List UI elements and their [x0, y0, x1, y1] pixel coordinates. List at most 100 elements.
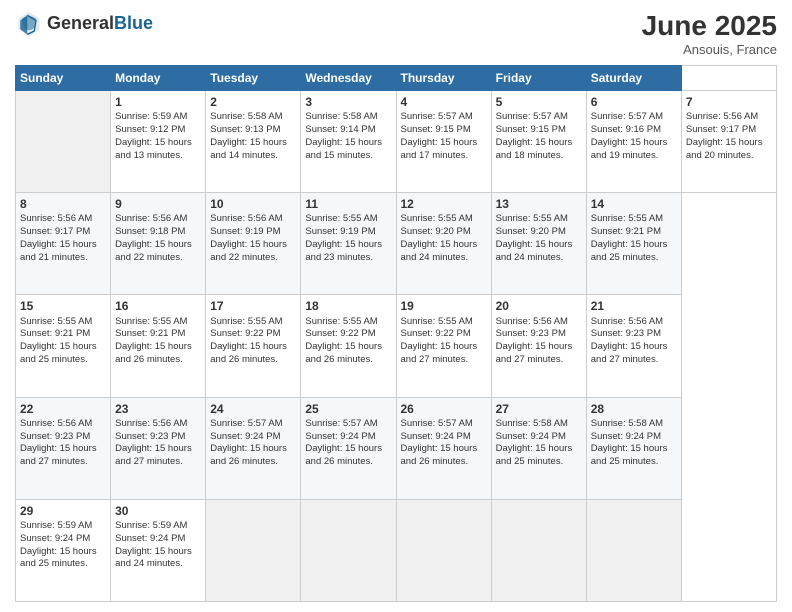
sunrise-text: Sunrise: 5:57 AM	[210, 418, 282, 429]
calendar-cell: 27Sunrise: 5:58 AMSunset: 9:24 PMDayligh…	[491, 397, 586, 499]
day-number: 19	[401, 298, 487, 314]
daylight-text: Daylight: 15 hours and 24 minutes.	[496, 239, 573, 263]
day-header: Tuesday	[206, 66, 301, 91]
daylight-text: Daylight: 15 hours and 27 minutes.	[496, 341, 573, 365]
sunrise-text: Sunrise: 5:58 AM	[210, 111, 282, 122]
day-number: 9	[115, 196, 201, 212]
sunset-text: Sunset: 9:24 PM	[591, 431, 661, 442]
day-number: 24	[210, 401, 296, 417]
sunset-text: Sunset: 9:23 PM	[115, 431, 185, 442]
daylight-text: Daylight: 15 hours and 19 minutes.	[591, 137, 668, 161]
sunset-text: Sunset: 9:24 PM	[115, 533, 185, 544]
sunset-text: Sunset: 9:22 PM	[401, 328, 471, 339]
sunrise-text: Sunrise: 5:57 AM	[305, 418, 377, 429]
page: GeneralBlue June 2025 Ansouis, France Su…	[0, 0, 792, 612]
calendar-cell	[396, 499, 491, 601]
day-number: 8	[20, 196, 106, 212]
daylight-text: Daylight: 15 hours and 13 minutes.	[115, 137, 192, 161]
month-title: June 2025	[642, 10, 777, 42]
daylight-text: Daylight: 15 hours and 27 minutes.	[20, 443, 97, 467]
logo-line1: GeneralBlue	[47, 14, 153, 34]
sunset-text: Sunset: 9:16 PM	[591, 124, 661, 135]
sunset-text: Sunset: 9:18 PM	[115, 226, 185, 237]
day-number: 29	[20, 503, 106, 519]
daylight-text: Daylight: 15 hours and 14 minutes.	[210, 137, 287, 161]
sunset-text: Sunset: 9:23 PM	[20, 431, 90, 442]
sunrise-text: Sunrise: 5:55 AM	[210, 316, 282, 327]
header: GeneralBlue June 2025 Ansouis, France	[15, 10, 777, 57]
sunset-text: Sunset: 9:22 PM	[210, 328, 280, 339]
calendar-cell: 2Sunrise: 5:58 AM Sunset: 9:13 PM Daylight…	[206, 91, 301, 193]
daylight-text: Daylight: 15 hours and 26 minutes.	[305, 341, 382, 365]
title-block: June 2025 Ansouis, France	[642, 10, 777, 57]
calendar-cell: 22Sunrise: 5:56 AMSunset: 9:23 PMDayligh…	[16, 397, 111, 499]
sunset-text: Sunset: 9:17 PM	[686, 124, 756, 135]
sunrise-text: Sunrise: 5:58 AM	[591, 418, 663, 429]
calendar-cell: 17Sunrise: 5:55 AMSunset: 9:22 PMDayligh…	[206, 295, 301, 397]
calendar-header-row: SundayMondayTuesdayWednesdayThursdayFrid…	[16, 66, 777, 91]
calendar-cell: 14Sunrise: 5:55 AMSunset: 9:21 PMDayligh…	[586, 193, 681, 295]
sunset-text: Sunset: 9:19 PM	[305, 226, 375, 237]
daylight-text: Daylight: 15 hours and 15 minutes.	[305, 137, 382, 161]
sunrise-text: Sunrise: 5:57 AM	[591, 111, 663, 122]
daylight-text: Daylight: 15 hours and 26 minutes.	[401, 443, 478, 467]
sunrise-text: Sunrise: 5:56 AM	[686, 111, 758, 122]
sunrise-text: Sunrise: 5:56 AM	[496, 316, 568, 327]
day-number: 15	[20, 298, 106, 314]
daylight-text: Daylight: 15 hours and 26 minutes.	[115, 341, 192, 365]
daylight-text: Daylight: 15 hours and 26 minutes.	[305, 443, 382, 467]
location: Ansouis, France	[642, 42, 777, 57]
calendar-cell: 3Sunrise: 5:58 AMSunset: 9:14 PMDaylight…	[301, 91, 396, 193]
sunrise-text: Sunrise: 5:55 AM	[115, 316, 187, 327]
calendar-week-row: 15Sunrise: 5:55 AMSunset: 9:21 PMDayligh…	[16, 295, 777, 397]
sunset-text: Sunset: 9:19 PM	[210, 226, 280, 237]
daylight-text: Daylight: 15 hours and 26 minutes.	[210, 443, 287, 467]
sunrise-text: Sunrise: 5:56 AM	[20, 213, 92, 224]
sunrise-text: Sunrise: 5:59 AM	[115, 111, 187, 122]
daylight-text: Daylight: 15 hours and 25 minutes.	[591, 239, 668, 263]
daylight-text: Daylight: 15 hours and 27 minutes.	[591, 341, 668, 365]
sunrise-text: Sunrise: 5:55 AM	[591, 213, 663, 224]
day-number: 20	[496, 298, 582, 314]
calendar-cell: 30Sunrise: 5:59 AMSunset: 9:24 PMDayligh…	[111, 499, 206, 601]
day-number: 10	[210, 196, 296, 212]
daylight-text: Daylight: 15 hours and 25 minutes.	[496, 443, 573, 467]
sunset-text: Sunset: 9:15 PM	[496, 124, 566, 135]
logo-text-block: GeneralBlue	[47, 14, 153, 34]
calendar-cell: 26Sunrise: 5:57 AMSunset: 9:24 PMDayligh…	[396, 397, 491, 499]
day-number: 12	[401, 196, 487, 212]
daylight-text: Daylight: 15 hours and 17 minutes.	[401, 137, 478, 161]
sunset-text: Sunset: 9:13 PM	[210, 124, 280, 135]
calendar-cell: 16Sunrise: 5:55 AMSunset: 9:21 PMDayligh…	[111, 295, 206, 397]
daylight-text: Daylight: 15 hours and 25 minutes.	[20, 341, 97, 365]
calendar-cell: 28Sunrise: 5:58 AMSunset: 9:24 PMDayligh…	[586, 397, 681, 499]
calendar-cell	[301, 499, 396, 601]
sunrise-text: Sunrise: 5:56 AM	[210, 213, 282, 224]
sunrise-text: Sunrise: 5:56 AM	[20, 418, 92, 429]
sunset-text: Sunset: 9:20 PM	[401, 226, 471, 237]
sunrise-text: Sunrise: 5:59 AM	[20, 520, 92, 531]
sunrise-text: Sunrise: 5:55 AM	[20, 316, 92, 327]
calendar-cell: 23Sunrise: 5:56 AMSunset: 9:23 PMDayligh…	[111, 397, 206, 499]
sunrise-text: Sunrise: 5:57 AM	[496, 111, 568, 122]
day-number: 21	[591, 298, 677, 314]
calendar: SundayMondayTuesdayWednesdayThursdayFrid…	[15, 65, 777, 602]
sunset-text: Sunset: 9:20 PM	[496, 226, 566, 237]
day-number: 2	[210, 94, 296, 110]
calendar-cell: 29Sunrise: 5:59 AMSunset: 9:24 PMDayligh…	[16, 499, 111, 601]
sunrise-text: Sunrise: 5:55 AM	[496, 213, 568, 224]
calendar-cell: 7Sunrise: 5:56 AMSunset: 9:17 PMDaylight…	[681, 91, 776, 193]
day-number: 14	[591, 196, 677, 212]
sunset-text: Sunset: 9:23 PM	[496, 328, 566, 339]
calendar-cell: 13Sunrise: 5:55 AMSunset: 9:20 PMDayligh…	[491, 193, 586, 295]
day-number: 17	[210, 298, 296, 314]
daylight-text: Daylight: 15 hours and 21 minutes.	[20, 239, 97, 263]
sunset-text: Sunset: 9:24 PM	[20, 533, 90, 544]
calendar-cell: 12Sunrise: 5:55 AMSunset: 9:20 PMDayligh…	[396, 193, 491, 295]
calendar-cell	[16, 91, 111, 193]
daylight-text: Daylight: 15 hours and 20 minutes.	[686, 137, 763, 161]
sunset-text: Sunset: 9:17 PM	[20, 226, 90, 237]
day-number: 6	[591, 94, 677, 110]
day-number: 30	[115, 503, 201, 519]
sunrise-text: Sunrise: 5:57 AM	[401, 111, 473, 122]
